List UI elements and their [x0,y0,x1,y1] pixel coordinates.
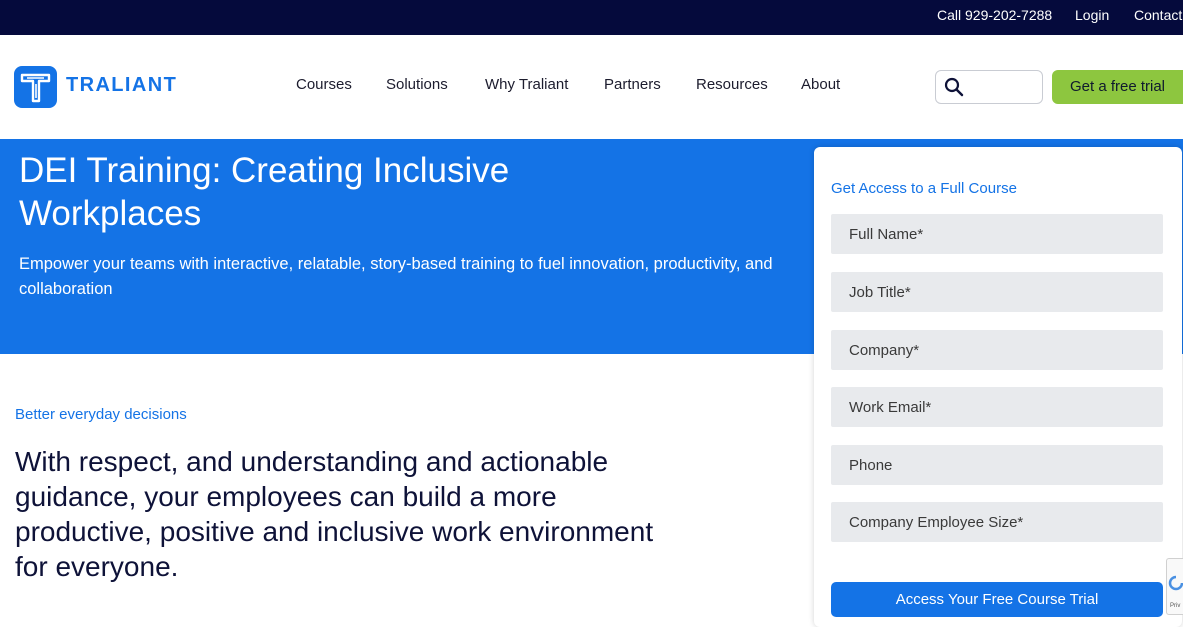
full-name-field[interactable] [831,214,1163,254]
nav-solutions[interactable]: Solutions [386,76,448,93]
contact-link[interactable]: Contact [1134,7,1182,23]
hero-title: DEI Training: Creating Inclusive Workpla… [19,151,510,233]
hero-subtitle: Empower your teams with interactive, rel… [19,255,773,298]
nav-partners[interactable]: Partners [604,76,661,93]
nav-about[interactable]: About [801,76,840,93]
nav-courses[interactable]: Courses [296,76,352,93]
recaptcha-privacy-text: Priv [1170,603,1181,609]
phone-field[interactable] [831,445,1163,485]
course-access-form: Get Access to a Full Course Access Your … [814,147,1182,627]
top-utility-bar: Call 929-202-7288 Login Contact [0,0,1183,35]
search-icon[interactable] [944,77,964,97]
recaptcha-icon [1168,575,1183,591]
form-heading: Get Access to a Full Course [831,180,1017,197]
recaptcha-badge[interactable]: Priv [1166,558,1183,615]
search-input[interactable] [970,75,1038,99]
login-link[interactable]: Login [1075,7,1109,23]
section-lead-text: With respect, and understanding and acti… [15,446,654,582]
company-field[interactable] [831,330,1163,370]
nav-resources[interactable]: Resources [696,76,768,93]
nav-why-traliant[interactable]: Why Traliant [485,76,568,93]
traliant-logo[interactable]: TRALIANT [14,66,194,108]
employee-size-field[interactable] [831,502,1163,542]
logo-wordmark: TRALIANT [66,74,178,96]
work-email-field[interactable] [831,387,1163,427]
phone-link[interactable]: Call 929-202-7288 [937,7,1052,23]
search-box[interactable] [935,70,1043,104]
job-title-field[interactable] [831,272,1163,312]
logo-mark-icon [14,66,57,108]
section-eyebrow: Better everyday decisions [15,406,187,423]
free-trial-button[interactable]: Get a free trial [1052,70,1183,104]
access-trial-button[interactable]: Access Your Free Course Trial [831,582,1163,617]
main-header: TRALIANT Courses Solutions Why Traliant … [0,35,1183,139]
